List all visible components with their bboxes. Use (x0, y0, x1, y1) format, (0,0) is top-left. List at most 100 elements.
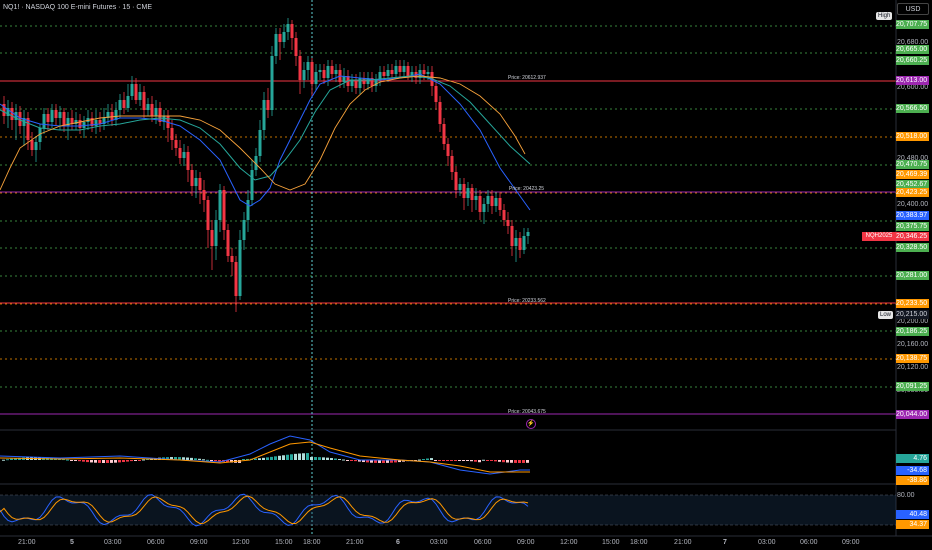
alert-icon[interactable]: ⚡ (526, 419, 536, 429)
macd-histogram-bar (138, 460, 141, 461)
candle-body (131, 84, 134, 96)
currency-button[interactable]: USD (897, 3, 929, 15)
time-label: 12:00 (232, 539, 250, 546)
candle-body (311, 62, 314, 84)
macd-histogram-bar (290, 454, 293, 460)
price-label: 20,375.75 (896, 222, 929, 231)
symbol-marker: NQH2025 (862, 232, 896, 241)
price-label: 20,138.75 (896, 354, 929, 363)
macd-histogram-bar (434, 460, 437, 461)
candle-body (259, 130, 262, 156)
candle-body (391, 70, 394, 74)
macd-histogram-bar (298, 454, 301, 460)
candle-body (191, 170, 194, 186)
candle-body (399, 66, 402, 72)
price-label: 20,566.50 (896, 104, 929, 113)
candle-body (59, 112, 62, 118)
macd-histogram-bar (338, 459, 341, 460)
macd-histogram-bar (202, 459, 205, 460)
macd-histogram-bar (286, 455, 289, 460)
candle-body (215, 220, 218, 246)
macd-histogram-bar (262, 458, 265, 460)
candle-body (387, 70, 390, 76)
candle-body (95, 120, 98, 126)
macd-histogram-bar (134, 460, 137, 461)
candle-body (499, 198, 502, 210)
candle-body (187, 152, 190, 170)
macd-histogram-bar (186, 458, 189, 460)
macd-histogram-bar (334, 458, 337, 460)
stoch-label: 34.37 (896, 520, 929, 529)
candle-body (231, 256, 234, 262)
candle-body (435, 86, 438, 102)
price-tick: 20,200.00 (897, 318, 928, 326)
candle-body (267, 100, 270, 110)
macd-histogram-bar (194, 458, 197, 460)
macd-histogram-bar (354, 460, 357, 461)
candle-body (155, 108, 158, 116)
candle-body (283, 32, 286, 42)
macd-histogram-bar (478, 460, 481, 462)
candle-body (383, 72, 386, 76)
candle-body (495, 198, 498, 206)
price-label: 20,383.97 (896, 211, 929, 220)
macd-histogram-bar (322, 457, 325, 460)
price-tick: 20,600.00 (897, 84, 928, 92)
candle-body (35, 142, 38, 150)
price-label: 20,281.00 (896, 271, 929, 280)
candle-body (239, 240, 242, 296)
candle-body (31, 140, 34, 150)
candle-body (507, 220, 510, 226)
macd-histogram-bar (294, 454, 297, 460)
price-tick: 20,160.00 (897, 341, 928, 349)
price-label: 20,613.00 (896, 76, 929, 85)
candle-body (123, 100, 126, 108)
macd-histogram-bar (310, 457, 313, 460)
candle-body (247, 200, 250, 220)
price-note: Price: 20233.562 (508, 298, 546, 304)
candle-body (203, 190, 206, 200)
macd-histogram-bar (526, 460, 529, 463)
macd-line (0, 436, 530, 474)
candle-body (355, 80, 358, 88)
macd-histogram-bar (510, 460, 513, 463)
candle-body (527, 232, 530, 236)
candle-body (523, 236, 526, 250)
time-label: 06:00 (800, 539, 818, 546)
macd-histogram-bar (474, 460, 477, 462)
candle-body (275, 34, 278, 56)
price-tick: 20,120.00 (897, 364, 928, 372)
price-label: 20,660.25 (896, 56, 929, 65)
candle-body (143, 92, 146, 110)
macd-label: -38.86 (896, 476, 929, 485)
macd-histogram-bar (506, 460, 509, 463)
macd-histogram-bar (486, 460, 489, 461)
macd-histogram-bar (270, 457, 273, 460)
candle-body (463, 184, 466, 198)
candle-body (459, 184, 462, 190)
chart-canvas[interactable] (0, 0, 932, 550)
macd-histogram-bar (182, 457, 185, 460)
macd-histogram-bar (190, 458, 193, 460)
macd-histogram-bar (302, 453, 305, 460)
candle-body (227, 230, 230, 256)
price-label: 20,423.25 (896, 188, 929, 197)
candle-body (511, 226, 514, 246)
low-tag: Low (878, 311, 893, 319)
candle-body (491, 196, 494, 206)
candle-body (147, 104, 150, 110)
macd-histogram-bar (122, 460, 125, 462)
macd-histogram-bar (210, 460, 213, 461)
time-label: 21:00 (674, 539, 692, 546)
candle-body (11, 108, 14, 120)
candle-body (335, 70, 338, 74)
candle-body (51, 110, 54, 122)
candle-body (403, 66, 406, 72)
macd-label: 4.76 (896, 454, 929, 463)
macd-histogram-bar (242, 459, 245, 460)
candle-body (319, 70, 322, 72)
macd-histogram-bar (70, 460, 73, 461)
macd-histogram-bar (422, 459, 425, 460)
time-label: 15:00 (275, 539, 293, 546)
candle-body (503, 210, 506, 220)
